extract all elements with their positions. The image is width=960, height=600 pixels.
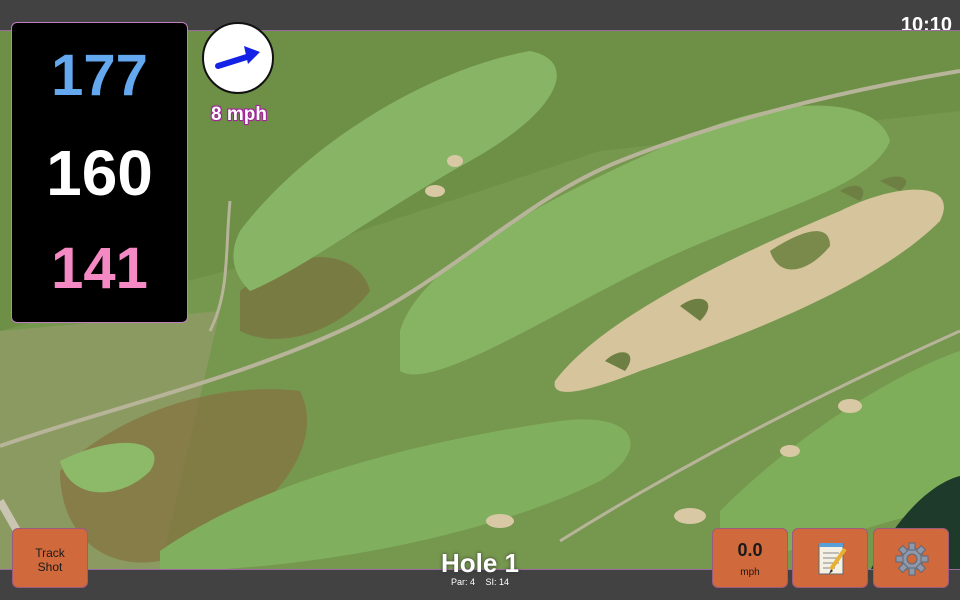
track-shot-button[interactable]: Track Shot	[12, 528, 88, 588]
gear-icon	[895, 542, 929, 576]
back-distance: 177	[51, 43, 148, 108]
arrow-icon	[215, 46, 260, 69]
settings-button[interactable]	[873, 528, 949, 588]
speed-unit: mph	[740, 567, 760, 578]
wind-speed-label: 8 mph	[211, 104, 267, 125]
hole-info: Par: 4 SI: 14	[380, 577, 580, 587]
wind-indicator	[202, 22, 274, 94]
notepad-icon	[818, 543, 847, 575]
speed-button[interactable]: 0.0 mph	[712, 528, 788, 588]
track-shot-label-line2: Shot	[37, 560, 63, 574]
hole-stroke-index: SI: 14	[485, 577, 510, 587]
speed-value: 0.0	[737, 540, 763, 560]
distance-panel: 177 160 141	[11, 22, 188, 323]
front-distance: 141	[51, 236, 148, 301]
hole-par: Par: 4	[450, 577, 475, 587]
middle-distance: 160	[46, 137, 153, 209]
hole-title: Hole 1	[440, 548, 520, 578]
track-shot-label-line1: Track	[35, 546, 65, 560]
notes-button[interactable]	[792, 528, 868, 588]
